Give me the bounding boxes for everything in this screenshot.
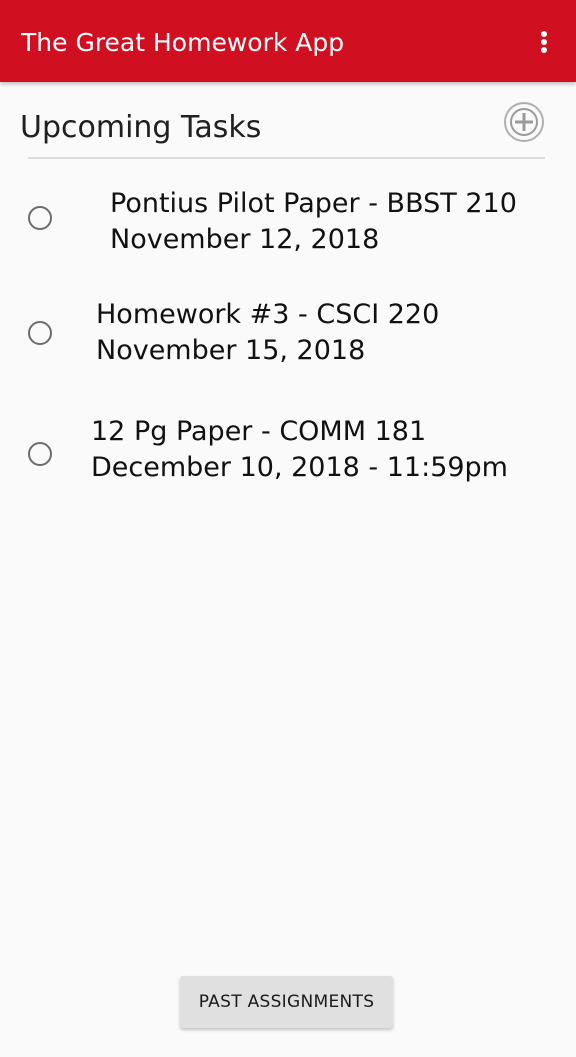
task-due-date: November 12, 2018 <box>110 224 380 255</box>
task-radio-button[interactable] <box>28 442 52 466</box>
overflow-dot <box>541 39 547 45</box>
header-divider <box>28 157 545 159</box>
app-title: The Great Homework App <box>21 28 345 57</box>
task-title: Homework #3 - CSCI 220 <box>96 299 440 330</box>
task-due-date: November 15, 2018 <box>96 335 366 366</box>
more-vert-icon[interactable] <box>524 22 564 62</box>
add-circle-icon <box>504 102 544 142</box>
overflow-dot <box>541 31 547 37</box>
task-radio-button[interactable] <box>28 206 52 230</box>
task-title: Pontius Pilot Paper - BBST 210 <box>110 188 517 219</box>
task-radio-button[interactable] <box>28 321 52 345</box>
past-assignments-button[interactable]: PAST ASSIGNMENTS <box>180 976 393 1028</box>
task-title: 12 Pg Paper - COMM 181 <box>91 416 427 447</box>
add-task-button[interactable] <box>503 101 545 143</box>
app-bar: The Great Homework App <box>0 0 576 82</box>
section-title: Upcoming Tasks <box>20 110 262 145</box>
overflow-dot <box>541 47 547 53</box>
task-due-date: December 10, 2018 - 11:59pm <box>91 452 508 483</box>
screen: The Great Homework App Upcoming Tasks Po… <box>0 0 576 1057</box>
